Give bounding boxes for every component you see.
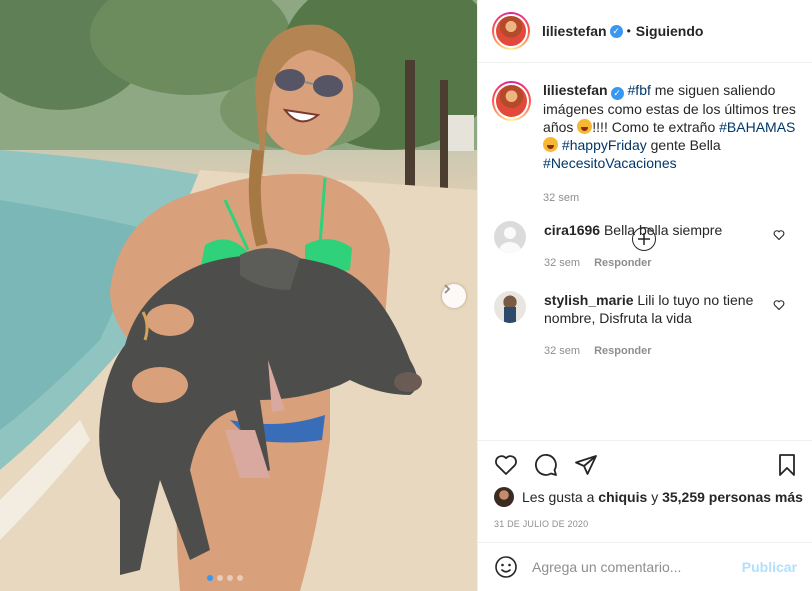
caption-segment: gente Bella bbox=[646, 136, 721, 153]
hashtag-link[interactable]: #fbf bbox=[628, 82, 651, 98]
comment-text: Bella bella siempre bbox=[603, 222, 723, 238]
share-paper-plane-icon[interactable] bbox=[574, 453, 598, 477]
comment-body: cira1696 Bella bella siempre 32 sem Respo… bbox=[544, 221, 764, 272]
reply-button[interactable]: Responder bbox=[594, 257, 651, 269]
likes-middle: y bbox=[651, 489, 659, 505]
carousel-dot bbox=[237, 575, 243, 581]
avatar-image bbox=[504, 307, 516, 323]
caption-username[interactable]: liliestefan bbox=[543, 82, 608, 98]
emoji-smiley-icon[interactable] bbox=[494, 555, 518, 579]
caption-segment: !!!! Como te extraño bbox=[592, 118, 720, 135]
comment-meta: 32 sem Responder bbox=[544, 254, 764, 272]
action-buttons bbox=[494, 453, 598, 477]
avatar-image bbox=[494, 14, 528, 48]
post-actions: Les gusta a chiquis y 35,259 personas má… bbox=[478, 440, 812, 520]
weary-emoji-icon bbox=[543, 136, 559, 152]
comment-username[interactable]: stylish_marie bbox=[544, 292, 634, 308]
user-silhouette-icon bbox=[499, 227, 521, 253]
tongue-emoji-icon bbox=[577, 118, 593, 134]
comment-item: stylish_marie Lili lo tuyo no tiene nomb… bbox=[494, 291, 799, 360]
hashtag-link[interactable]: #NecesitoVacaciones bbox=[543, 155, 677, 171]
carousel-dot bbox=[217, 575, 223, 581]
heart-icon[interactable] bbox=[773, 229, 785, 241]
caption-avatar[interactable] bbox=[492, 81, 532, 121]
heart-icon[interactable] bbox=[773, 299, 785, 311]
default-avatar-icon[interactable] bbox=[494, 221, 526, 253]
separator-dot: • bbox=[626, 24, 631, 38]
comment-item: cira1696 Bella bella siempre 32 sem Respo… bbox=[494, 221, 799, 272]
carousel-indicator bbox=[207, 575, 243, 581]
post-side-panel: liliestefan ✓ • Siguiendo liliestefan ✓ #… bbox=[477, 0, 812, 591]
avatar-image bbox=[494, 83, 530, 119]
post-photo[interactable] bbox=[0, 0, 477, 591]
author-username[interactable]: liliestefan bbox=[542, 23, 607, 39]
hashtag-link[interactable]: #happyFriday bbox=[562, 137, 647, 153]
comment-meta: 32 sem Responder bbox=[544, 342, 764, 360]
post-header: liliestefan ✓ • Siguiendo bbox=[478, 0, 812, 63]
commenter-avatar[interactable] bbox=[494, 291, 526, 323]
comment-input[interactable] bbox=[532, 559, 732, 575]
comment-time: 32 sem bbox=[544, 345, 581, 357]
chevron-right-icon bbox=[444, 284, 451, 294]
post-date: 31 DE JULIO DE 2020 bbox=[494, 519, 589, 529]
instagram-post-modal: liliestefan ✓ • Siguiendo liliestefan ✓ #… bbox=[0, 0, 812, 591]
verified-badge-icon: ✓ bbox=[609, 24, 623, 38]
verified-badge-icon: ✓ bbox=[610, 86, 624, 100]
next-photo-button[interactable] bbox=[442, 284, 466, 308]
reply-button[interactable]: Responder bbox=[594, 345, 651, 357]
comment-time: 32 sem bbox=[544, 257, 581, 269]
likes-summary: Les gusta a chiquis y 35,259 personas má… bbox=[494, 487, 803, 507]
hashtag-link[interactable]: #BAHAMAS bbox=[719, 119, 795, 135]
likes-count[interactable]: 35,259 personas más bbox=[662, 489, 803, 505]
following-button[interactable]: Siguiendo bbox=[636, 23, 704, 39]
publish-comment-button[interactable]: Publicar bbox=[742, 559, 797, 575]
comment-bubble-icon[interactable] bbox=[534, 453, 558, 477]
comment-body: stylish_marie Lili lo tuyo no tiene nomb… bbox=[544, 291, 764, 360]
liker-avatar[interactable] bbox=[494, 487, 514, 507]
add-comment-bar: Publicar bbox=[478, 542, 812, 591]
like-heart-icon[interactable] bbox=[494, 453, 518, 477]
carousel-dot bbox=[207, 575, 213, 581]
liker-username[interactable]: chiquis bbox=[598, 489, 647, 505]
beach-pig-photo bbox=[0, 0, 477, 591]
bookmark-icon[interactable] bbox=[775, 453, 799, 477]
comment-username[interactable]: cira1696 bbox=[544, 222, 600, 238]
author-avatar[interactable] bbox=[492, 12, 530, 50]
caption-time: 32 sem bbox=[543, 191, 580, 204]
likes-prefix: Les gusta a bbox=[522, 489, 595, 505]
carousel-dot bbox=[227, 575, 233, 581]
